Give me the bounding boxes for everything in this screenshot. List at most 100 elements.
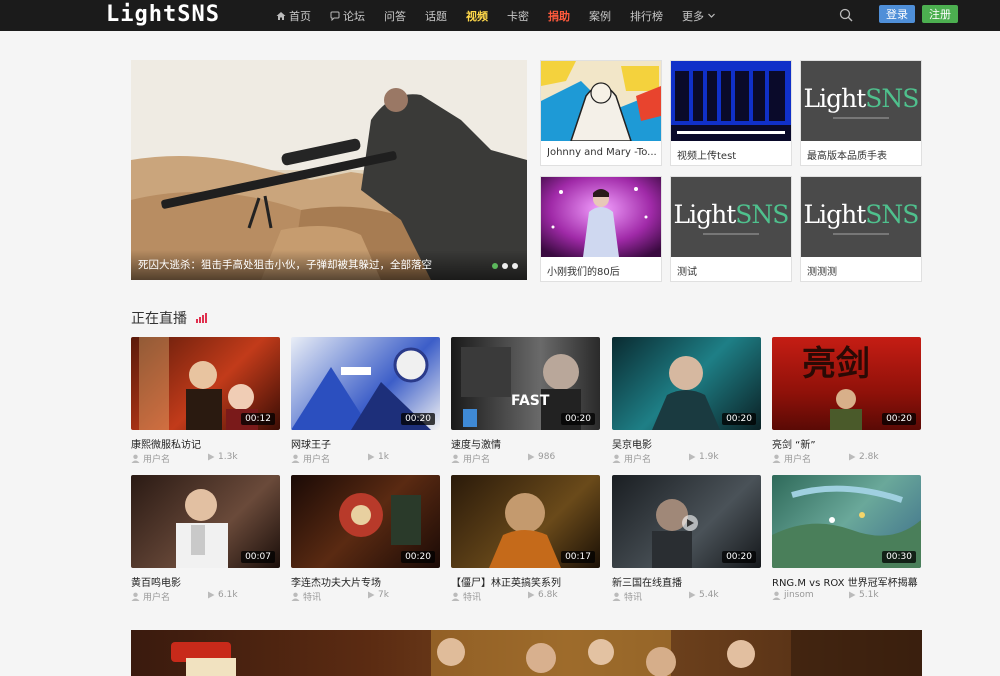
video-author[interactable]: 用户名: [131, 452, 170, 465]
user-icon: [291, 454, 300, 463]
search-icon[interactable]: [839, 8, 853, 22]
chat-icon: [330, 11, 340, 21]
svg-text:FAST: FAST: [511, 393, 550, 409]
slider-dots: [488, 263, 518, 269]
nav-item-qa[interactable]: 问答: [384, 8, 406, 24]
slider-dot[interactable]: [502, 263, 508, 269]
video-card[interactable]: 00:17 【僵尸】林正英搞笑系列 特讯 6.8k: [451, 475, 600, 603]
home-icon: [276, 11, 286, 20]
video-views: 5.1k: [848, 590, 879, 600]
video-title[interactable]: 黄百鸣电影: [131, 574, 280, 589]
nav-item-cases[interactable]: 案例: [589, 8, 611, 24]
video-card[interactable]: 00:20 李连杰功夫大片专场 特讯 7k: [291, 475, 440, 603]
play-icon: [849, 453, 856, 461]
video-title[interactable]: RNG.M vs ROX 世界冠军杯揭幕: [772, 574, 921, 589]
card-title: 测测测: [807, 267, 837, 278]
video-author[interactable]: 用户名: [451, 452, 490, 465]
site-logo[interactable]: LightSNS: [106, 1, 220, 29]
svg-text:亮剑: 亮剑: [802, 344, 870, 384]
chevron-down-icon: [708, 13, 715, 18]
lightsns-logo: LightSNS: [673, 199, 790, 229]
video-views: 6.8k: [527, 590, 558, 600]
video-title[interactable]: 【僵尸】林正英搞笑系列: [451, 574, 600, 589]
hero-title[interactable]: 死囚大逃杀：狙击手高处狙击小伙，子弹却被其躲过，全部落空: [138, 257, 432, 272]
video-title[interactable]: 亮剑 “新”: [772, 436, 921, 451]
duration-badge: 00:20: [722, 551, 756, 563]
video-views: 1k: [367, 452, 389, 462]
hero-image: [131, 60, 527, 280]
duration-badge: 00:20: [401, 551, 435, 563]
slider-dot[interactable]: [512, 263, 518, 269]
video-views: 2.8k: [848, 452, 879, 462]
video-author[interactable]: 特讯: [612, 590, 642, 603]
card-thumbnail: LightSNS: [801, 177, 921, 257]
play-icon: [208, 591, 215, 599]
video-author[interactable]: jinsom: [772, 590, 814, 600]
hero-slider[interactable]: 死囚大逃杀：狙击手高处狙击小伙，子弹却被其躲过，全部落空: [131, 60, 527, 280]
video-title[interactable]: 速度与激情: [451, 436, 600, 451]
featured-card[interactable]: 视频上传test: [670, 60, 792, 166]
nav-item-video[interactable]: 视频: [466, 8, 488, 24]
video-author[interactable]: 用户名: [612, 452, 651, 465]
main-menu: 首页 论坛 问答 话题 视频 卡密 捐助 案例 排行榜 更多: [276, 0, 735, 31]
user-icon: [612, 592, 621, 601]
featured-card[interactable]: LightSNS 测测测: [800, 176, 922, 282]
user-icon: [451, 454, 460, 463]
video-card[interactable]: 00:30 RNG.M vs ROX 世界冠军杯揭幕 jinsom 5.1k: [772, 475, 921, 603]
card-title: 小刚我们的80后: [547, 267, 620, 278]
featured-card[interactable]: 小刚我们的80后: [540, 176, 662, 282]
video-card[interactable]: 00:20 新三国在线直播 特讯 5.4k: [612, 475, 761, 603]
nav-item-home[interactable]: 首页: [276, 8, 311, 24]
play-icon: [368, 591, 375, 599]
user-icon: [612, 454, 621, 463]
video-author[interactable]: 用户名: [291, 452, 330, 465]
video-title[interactable]: 李连杰功夫大片专场: [291, 574, 440, 589]
video-author[interactable]: 特讯: [451, 590, 481, 603]
user-icon: [772, 591, 781, 600]
video-title[interactable]: 网球王子: [291, 436, 440, 451]
duration-badge: 00:20: [561, 413, 595, 425]
video-author[interactable]: 特讯: [291, 590, 321, 603]
card-title: Johnny and Mary -To...: [547, 147, 657, 158]
slider-dot[interactable]: [492, 263, 498, 269]
lightsns-logo: LightSNS: [803, 199, 920, 229]
video-card[interactable]: 00:07 黄百鸣电影 用户名 6.1k: [131, 475, 280, 603]
play-icon: [689, 453, 696, 461]
card-title: 最高版本品质手表: [807, 151, 887, 162]
nav-item-card[interactable]: 卡密: [507, 8, 529, 24]
login-button[interactable]: 登录: [879, 5, 915, 23]
video-card[interactable]: 00:12 康熙微服私访记 用户名 1.3k: [131, 337, 280, 465]
video-card[interactable]: 00:20 网球王子 用户名 1k: [291, 337, 440, 465]
nav-item-more[interactable]: 更多: [682, 8, 716, 24]
play-icon: [528, 591, 535, 599]
duration-badge: 00:20: [401, 413, 435, 425]
card-title: 测试: [677, 267, 697, 278]
featured-card[interactable]: LightSNS 测试: [670, 176, 792, 282]
video-title[interactable]: 康熙微服私访记: [131, 436, 280, 451]
nav-item-donate[interactable]: 捐助: [548, 8, 570, 24]
video-views: 1.3k: [207, 452, 238, 462]
featured-card[interactable]: Johnny and Mary -To...: [540, 60, 662, 166]
featured-card[interactable]: LightSNS 最高版本品质手表: [800, 60, 922, 166]
video-title[interactable]: 吴京电影: [612, 436, 761, 451]
card-thumbnail: LightSNS: [671, 177, 791, 257]
nav-item-topic[interactable]: 话题: [425, 8, 447, 24]
duration-badge: 00:07: [241, 551, 275, 563]
promo-banner[interactable]: [131, 630, 922, 676]
card-thumbnail: [541, 177, 661, 257]
video-card[interactable]: 亮剑 00:20 亮剑 “新” 用户名 2.8k: [772, 337, 921, 465]
video-author[interactable]: 用户名: [772, 452, 811, 465]
user-icon: [291, 592, 300, 601]
user-icon: [131, 592, 140, 601]
video-author[interactable]: 用户名: [131, 590, 170, 603]
video-card[interactable]: 00:20 吴京电影 用户名 1.9k: [612, 337, 761, 465]
nav-item-forum[interactable]: 论坛: [330, 8, 365, 24]
register-button[interactable]: 注册: [922, 5, 958, 23]
video-card[interactable]: FAST 00:20 速度与激情 用户名 986: [451, 337, 600, 465]
video-title[interactable]: 新三国在线直播: [612, 574, 761, 589]
card-title: 视频上传test: [677, 151, 737, 162]
user-icon: [451, 592, 460, 601]
user-icon: [772, 454, 781, 463]
duration-badge: 00:20: [722, 413, 756, 425]
nav-item-ranking[interactable]: 排行榜: [630, 8, 663, 24]
